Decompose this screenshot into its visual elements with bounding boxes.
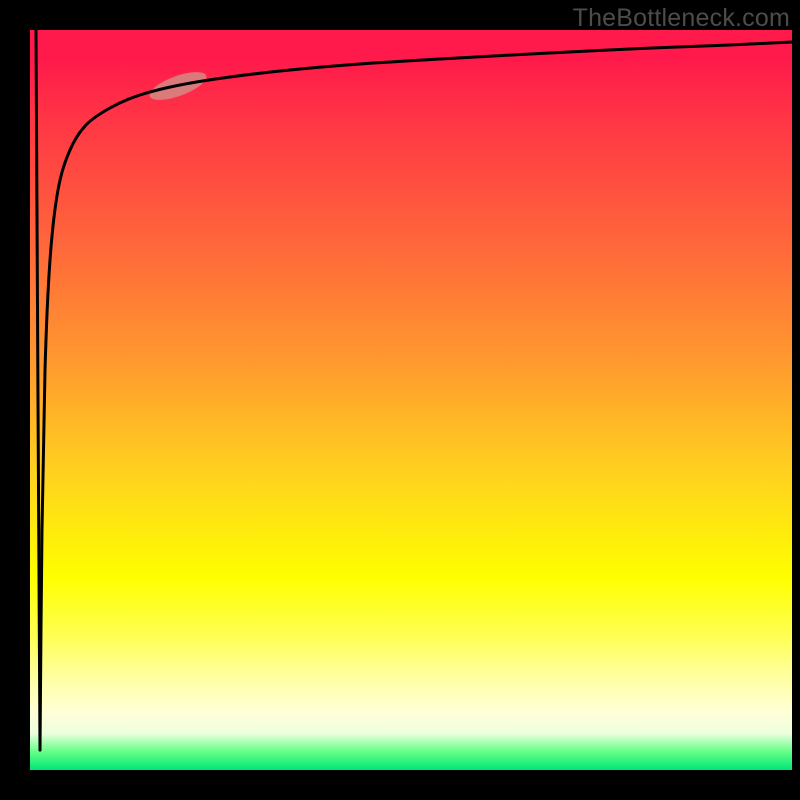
chart-frame: TheBottleneck.com (0, 0, 800, 800)
attribution-watermark: TheBottleneck.com (573, 4, 790, 33)
curve-layer (30, 30, 792, 770)
plot-area (30, 30, 792, 770)
bottleneck-curve (40, 42, 792, 750)
